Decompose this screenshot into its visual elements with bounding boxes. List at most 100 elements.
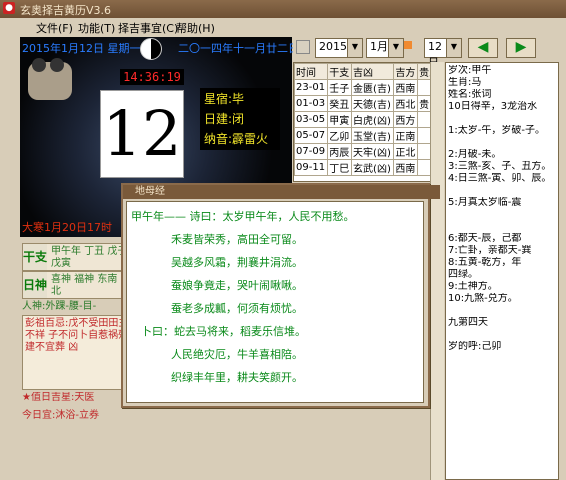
- almanac-box: 星宿:毕 日建:闭 纳音:霹雷火: [200, 88, 280, 150]
- info-line: 岁次:甲午: [448, 65, 492, 76]
- cell: 玄武(凶): [351, 159, 395, 176]
- info-line: [448, 221, 556, 233]
- info-line: 1:太岁-午，岁破-子。: [448, 125, 545, 136]
- solar-term: 大寒1月20日17时: [22, 221, 112, 234]
- col-ganzhi: 干支: [327, 63, 353, 80]
- cell: 白虎(凶): [351, 111, 395, 128]
- day-jianchu: 日建:闭: [204, 112, 245, 126]
- info-line: 生肖:马: [448, 77, 482, 88]
- cell: 正南: [393, 127, 419, 144]
- app-icon: ●: [3, 2, 15, 14]
- refresh-icon[interactable]: [296, 40, 310, 54]
- menu-file[interactable]: 文件(F): [36, 20, 73, 36]
- poem-line: 蚕老多成瓤，何须有烦忧。: [171, 302, 303, 315]
- dimujing-dialog[interactable]: 地母经 甲午年—— 诗曰：太岁甲午年，人民不用愁。 禾麦皆荣秀，高田全可留。 吴…: [121, 183, 440, 408]
- info-line: 6:都天-辰，己都: [448, 233, 522, 244]
- day-number: 12: [100, 90, 184, 178]
- rennei: 人神:外踝-腰-目-: [22, 301, 97, 310]
- nayin: 纳音:霹雷火: [204, 132, 269, 146]
- cell: 23-01: [294, 79, 329, 96]
- info-line: [448, 209, 556, 221]
- yi-label: 今日宜:沐浴-立券: [22, 410, 99, 421]
- cell: 天牢(凶): [351, 143, 395, 160]
- cell: 金匮(吉): [351, 79, 395, 96]
- cell: 05-07: [294, 127, 329, 144]
- info-line: 姓名:张词: [448, 89, 492, 100]
- dialog-title[interactable]: 地母经: [123, 185, 440, 199]
- poem-line: 禾麦皆荣秀，高田全可留。: [171, 233, 303, 246]
- poem-line: 吴越多风霜，荆襄井涓流。: [171, 256, 303, 269]
- info-line: 3:三煞-亥、子、丑方。: [448, 161, 552, 172]
- table-row[interactable]: 09-11 丁巳 玄武(凶) 西南: [294, 159, 442, 176]
- cell: 正北: [393, 143, 419, 160]
- info-line: [448, 137, 556, 149]
- cell: 西南: [393, 159, 419, 176]
- cell: 西南: [393, 79, 419, 96]
- day-dropdown-icon[interactable]: ▼: [446, 38, 462, 58]
- next-day-button[interactable]: ▶: [506, 38, 536, 58]
- cell: 玉堂(吉): [351, 127, 395, 144]
- table-row[interactable]: 03-05 甲寅 白虎(凶) 西方: [294, 111, 442, 128]
- info-line: 四绿。: [448, 269, 478, 280]
- ganzhi-tag: 干支: [23, 244, 47, 270]
- info-line: 4:日三煞-寅、卯、辰。: [448, 173, 552, 184]
- col-jifang: 吉方: [393, 63, 419, 80]
- info-line: 9:土神方。: [448, 281, 498, 292]
- lunar-date: 二〇一四年十一月廿二日: [178, 42, 299, 55]
- table-row[interactable]: 01-03 癸丑 天德(吉) 西北 贵: [294, 95, 442, 112]
- poem-line: 卜曰：蛇去马将来，稻麦乐信堆。: [141, 325, 306, 338]
- ganzhi-row: 干支 甲午年 丁丑 戊子 戊寅: [22, 243, 134, 271]
- info-panel: 岁次:甲午 生肖:马 姓名:张词 10日得辛，3龙治水 1:太岁-午，岁破-子。…: [445, 62, 559, 480]
- cell: 03-05: [294, 111, 329, 128]
- col-jixiong: 吉凶: [351, 63, 395, 80]
- info-line: 岁的呼:己卯: [448, 341, 502, 352]
- info-line: 8:五黄-乾方，年: [448, 257, 522, 268]
- window-title: 玄奥择吉黄历V3.6: [20, 4, 112, 17]
- month-dropdown-icon[interactable]: ▼: [388, 38, 404, 58]
- title-bar: ● 玄奥择吉黄历V3.6: [0, 0, 566, 18]
- poem-line: 人民绝灾厄，牛羊喜相陪。: [171, 348, 303, 361]
- table-row[interactable]: 23-01 壬子 金匮(吉) 西南: [294, 79, 442, 96]
- info-line: 10:九煞-兑方。: [448, 293, 518, 304]
- year-dropdown-icon[interactable]: ▼: [347, 38, 363, 58]
- shen-tag: 日神: [23, 272, 47, 298]
- taiji-icon: [140, 38, 162, 60]
- cell: 乙卯: [327, 127, 353, 144]
- menu-bar: 文件(F) 功能(T) 择吉事宜(C) 帮助(H): [0, 18, 566, 36]
- yiji-box: ★值日吉星:天医 今日宜:沐浴-立券: [22, 392, 132, 432]
- hour-table: 时间 干支 吉凶 吉方 贵人 23-01 壬子 金匮(吉) 西南 01-03 癸…: [293, 62, 443, 182]
- menu-function[interactable]: 功能(T): [78, 20, 115, 36]
- info-line: 10日得辛，3龙治水: [448, 101, 538, 112]
- shen-row: 日神 喜神 福神 东南 正北: [22, 271, 134, 299]
- cell: 西北: [393, 95, 419, 112]
- scrollbar[interactable]: [430, 62, 444, 480]
- poem-line: 织绿丰年里，耕夫笑颜开。: [171, 371, 303, 384]
- info-line: 2:月破-未。: [448, 149, 502, 160]
- zodiac-rat-icon: [28, 58, 72, 100]
- col-time: 时间: [294, 63, 329, 80]
- cell: 01-03: [294, 95, 329, 112]
- info-line: [448, 305, 556, 317]
- cell: 壬子: [327, 79, 353, 96]
- cell: 丁巳: [327, 159, 353, 176]
- poem-line: 蚕娘争竟走，哭叶闹啾啾。: [171, 279, 303, 292]
- info-line: [448, 329, 556, 341]
- solar-date: 2015年1月12日 星期一: [22, 42, 141, 55]
- cell: 丙辰: [327, 143, 353, 160]
- info-line: [448, 185, 556, 197]
- info-line: 7:亡卦，亲都天-巽: [448, 245, 532, 256]
- cell: 甲寅: [327, 111, 353, 128]
- prev-day-button[interactable]: ◀: [468, 38, 498, 58]
- table-row[interactable]: 05-07 乙卯 玉堂(吉) 正南: [294, 127, 442, 144]
- dialog-body: 甲午年—— 诗曰：太岁甲午年，人民不用愁。 禾麦皆荣秀，高田全可留。 吴越多风霜…: [126, 201, 424, 403]
- info-line: 九第四天: [448, 317, 488, 328]
- pengzu-box: 彭祖百忌:戊不受田田主不祥 子不问卜自惹祸殃 建不宜葬 凶: [22, 315, 132, 390]
- table-row[interactable]: 07-09 丙辰 天牢(凶) 正北: [294, 143, 442, 160]
- menu-help[interactable]: 帮助(H): [176, 20, 215, 36]
- cell: 癸丑: [327, 95, 353, 112]
- clock: 14:36:19: [120, 69, 184, 85]
- cell: 西方: [393, 111, 419, 128]
- menu-events[interactable]: 择吉事宜(C): [118, 20, 178, 36]
- info-line: 5:月真太岁临-震: [448, 197, 522, 208]
- lucky-star-label: ★值日吉星:天医: [22, 392, 95, 403]
